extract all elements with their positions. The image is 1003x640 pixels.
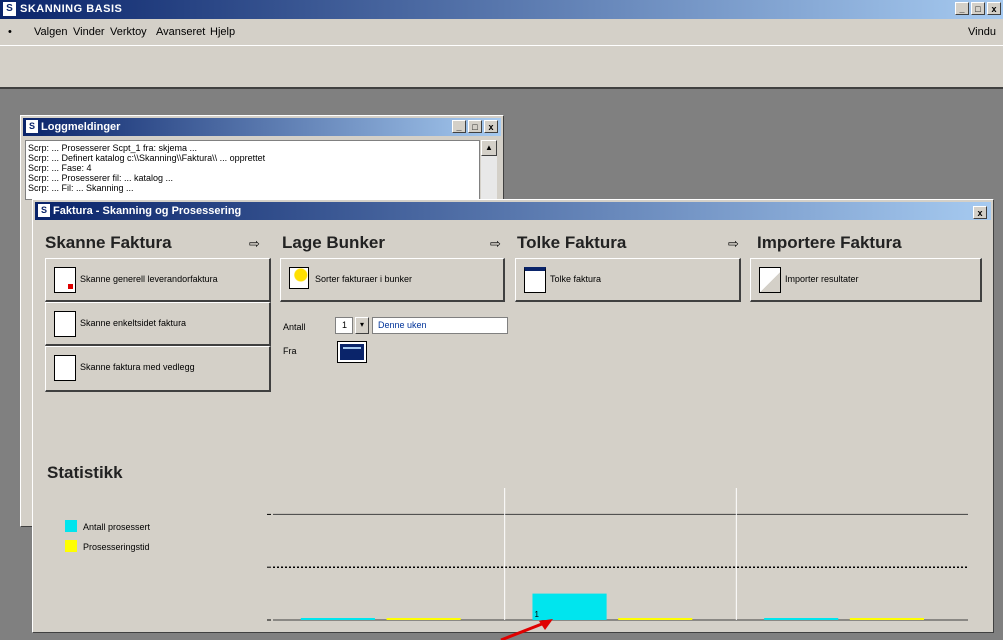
main-close-button[interactable]: x (973, 206, 987, 219)
legend-label-time: Prosesseringstid (83, 542, 150, 552)
flow-arrow-icon: ⇨ (728, 236, 739, 251)
bar-1-0 (386, 618, 461, 620)
sort-batches-button[interactable]: Sorter fakturaer i bunker (280, 258, 505, 302)
import-results-button[interactable]: Importer resultater (750, 258, 982, 302)
menu-bullet: • (8, 26, 12, 38)
red-pointer-arrow-icon (500, 619, 553, 640)
maximize-button[interactable]: □ (971, 2, 985, 15)
app-icon: S (3, 2, 16, 16)
statistics-chart: 1 (253, 478, 973, 626)
legend-label-processed: Antall prosessert (83, 522, 151, 532)
statistics-title: Statistikk (47, 463, 123, 482)
app-titlebar: S SKANNING BASIS _ □ x (0, 0, 1003, 19)
legend-swatch-processed (65, 520, 77, 532)
log-window-icon: S (26, 120, 38, 133)
menu-item-vinder[interactable]: Vinder (73, 26, 105, 38)
import-document-icon (759, 267, 781, 293)
interpret-invoice-label: Tolke faktura (550, 274, 602, 284)
log-window-titlebar[interactable]: S Loggmeldinger _ □ x (23, 118, 501, 136)
main-window: S Faktura - Skanning og Prosessering x S… (32, 199, 994, 633)
menu-item-avansert[interactable]: Avanseret (156, 26, 205, 38)
app-title: SKANNING BASIS (20, 3, 123, 15)
log-scrollbar[interactable]: ▲ (481, 140, 497, 200)
menu-item-hjelp[interactable]: Hjelp (210, 26, 235, 38)
menu-bar: • Valgen Vinder Verktoy Avanseret Hjelp … (0, 19, 1003, 45)
document-icon (54, 311, 76, 337)
log-line: Scrp: ... Prosesserer fil: ... katalog .… (28, 173, 174, 183)
scan-with-attachment-button[interactable]: Skanne faktura med vedlegg (45, 346, 271, 392)
document-scan-icon (54, 267, 76, 293)
sort-batches-label: Sorter fakturaer i bunker (315, 274, 413, 284)
date-label: Fra (283, 346, 297, 356)
scan-general-invoice-label: Skanne generell leverandorfaktura (80, 274, 218, 284)
calendar-icon[interactable] (338, 342, 366, 362)
section-title-import: Importere Faktura (757, 233, 902, 252)
section-title-batch: Lage Bunker (282, 233, 385, 252)
log-line: Scrp: ... Fase: 4 (28, 163, 92, 173)
batch-gear-icon (289, 267, 309, 289)
toolbar (0, 45, 1003, 75)
log-maximize-button[interactable]: □ (468, 120, 482, 133)
scan-single-page-button[interactable]: Skanne enkeltsidet faktura (45, 302, 271, 346)
log-window-title: Loggmeldinger (41, 121, 121, 133)
count-input[interactable]: 1 (335, 317, 353, 334)
interpret-window-icon (524, 267, 546, 293)
log-text-area[interactable]: Scrp: ... Prosesserer Scpt_1 fra: skjema… (25, 140, 480, 200)
log-close-button[interactable]: x (484, 120, 498, 133)
scan-general-invoice-button[interactable]: Skanne generell leverandorfaktura (45, 258, 271, 302)
chart-svg: 1 (267, 488, 968, 621)
menu-item-valgen[interactable]: Valgen (34, 26, 67, 38)
scan-single-page-label: Skanne enkeltsidet faktura (80, 318, 187, 328)
menu-item-vindu[interactable]: Vindu (968, 26, 996, 38)
import-results-label: Importer resultater (785, 274, 859, 284)
log-line: Scrp: ... Fil: ... Skanning ... (28, 183, 134, 193)
count-value: 1 (342, 320, 348, 330)
bar-1-2 (849, 618, 924, 620)
log-minimize-button[interactable]: _ (452, 120, 466, 133)
interpret-invoice-button[interactable]: Tolke faktura (515, 258, 741, 302)
main-window-icon: S (38, 204, 50, 217)
menu-item-verktoy[interactable]: Verktoy (110, 26, 147, 38)
bar-1-1 (618, 618, 693, 620)
period-combo-text: Denne uken (378, 320, 427, 330)
log-window-controls: _ □ x (452, 120, 498, 133)
bar-0-0 (300, 618, 375, 620)
main-window-titlebar[interactable]: S Faktura - Skanning og Prosessering x (35, 202, 991, 220)
flow-arrow-icon: ⇨ (490, 236, 501, 251)
log-line: Scrp: ... Prosesserer Scpt_1 fra: skjema… (28, 143, 198, 153)
section-title-scan: Skanne Faktura (45, 233, 172, 252)
main-window-title: Faktura - Skanning og Prosessering (53, 205, 242, 217)
bar-0-1 (532, 593, 607, 620)
toolbar-separator (0, 73, 1003, 89)
scroll-up-icon[interactable]: ▲ (481, 140, 497, 156)
count-spinner-icon[interactable]: ▾ (355, 317, 369, 334)
scan-with-attachment-label: Skanne faktura med vedlegg (80, 362, 195, 372)
count-label: Antall (283, 322, 306, 332)
log-line: Scrp: ... Definert katalog c:\\Skanning\… (28, 153, 266, 163)
document-attachment-icon (54, 355, 76, 381)
legend-swatch-time (65, 540, 77, 552)
app-window-controls: _ □ x (955, 2, 1001, 15)
close-button[interactable]: x (987, 2, 1001, 15)
bar-0-2 (764, 618, 839, 620)
minimize-button[interactable]: _ (955, 2, 969, 15)
flow-arrow-icon: ⇨ (249, 236, 260, 251)
section-title-interpret: Tolke Faktura (517, 233, 627, 252)
